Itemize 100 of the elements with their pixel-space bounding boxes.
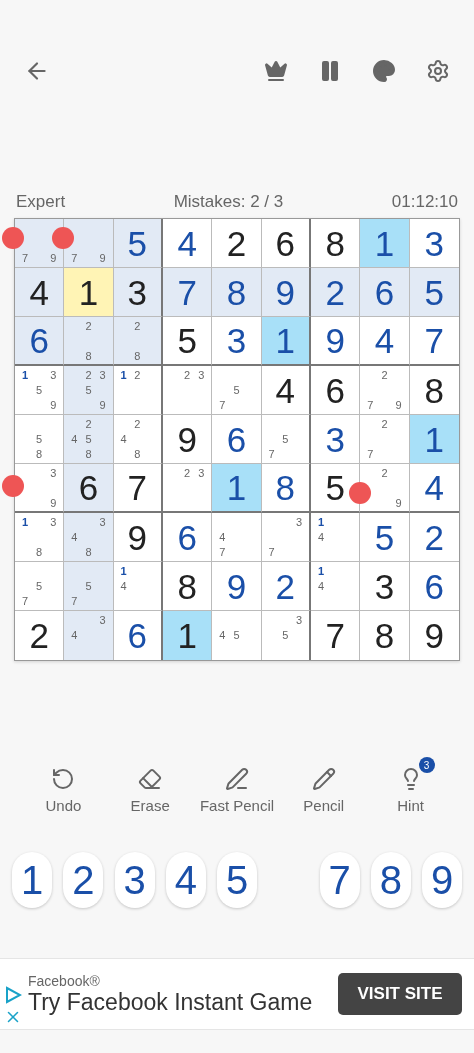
grid-cell[interactable]: 1 [261,317,311,366]
number-key[interactable]: 4 [165,852,206,908]
grid-cell[interactable]: 6 [360,268,410,317]
grid-cell[interactable]: 2 3 5 9 [64,366,114,415]
grid-cell[interactable]: 4 [409,464,459,513]
grid-cell[interactable]: 1 4 [311,562,361,611]
grid-cell[interactable]: 5 8 [15,415,65,464]
grid-cell[interactable]: 3 [311,415,361,464]
grid-cell[interactable]: 8 [163,562,213,611]
grid-cell[interactable]: 2 3 [163,366,213,415]
grid-cell[interactable]: 7 [113,464,163,513]
grid-cell[interactable]: 6 [163,513,213,562]
grid-cell[interactable]: 7 [311,611,361,660]
grid-cell[interactable]: 4 [360,317,410,366]
grid-cell[interactable]: 3 [113,268,163,317]
cell-digit: 3 [424,225,445,261]
grid-cell[interactable]: 2 8 [113,317,163,366]
grid-cell[interactable]: 4 [163,219,213,268]
grid-cell[interactable]: 7 9 [64,219,114,268]
grid-cell[interactable]: 6 [64,464,114,513]
grid-cell[interactable]: 1 4 [311,513,361,562]
grid-cell[interactable]: 1 [409,415,459,464]
grid-cell[interactable]: 4 5 [212,611,262,660]
grid-cell[interactable]: 6 [212,415,262,464]
grid-cell[interactable]: 2 [212,219,262,268]
number-key[interactable]: 2 [63,852,104,908]
grid-cell[interactable]: 3 7 [261,513,311,562]
visit-site-button[interactable]: VISIT SITE [338,973,462,1015]
play-icon[interactable] [4,986,22,1004]
grid-cell[interactable]: 1 [212,464,262,513]
grid-cell[interactable]: 8 [409,366,459,415]
grid-cell[interactable]: 6 [113,611,163,660]
grid-cell[interactable]: 5 [360,513,410,562]
grid-cell[interactable]: 8 [212,268,262,317]
grid-cell[interactable]: 3 5 [261,611,311,660]
cell-digit: 6 [127,618,148,653]
grid-cell[interactable]: 2 [409,513,459,562]
grid-cell[interactable]: 2 7 9 [360,366,410,415]
grid-cell[interactable]: 4 [15,268,65,317]
pencil-note: 3 [98,514,107,530]
grid-cell[interactable]: 2 4 8 [113,415,163,464]
grid-cell[interactable]: 7 [163,268,213,317]
grid-cell[interactable]: 6 [261,219,311,268]
grid-cell[interactable]: 7 [409,317,459,366]
grid-cell[interactable]: 1 3 8 [15,513,65,562]
grid-cell[interactable]: 3 [360,562,410,611]
number-key[interactable]: 3 [114,852,155,908]
grid-cell[interactable]: 9 [113,513,163,562]
grid-cell[interactable]: 2 8 [64,317,114,366]
grid-cell[interactable]: 5 [409,268,459,317]
grid-cell[interactable]: 5 7 [212,366,262,415]
grid-cell[interactable]: 4 [261,366,311,415]
grid-cell[interactable]: 8 [261,464,311,513]
number-key[interactable]: 9 [422,852,462,908]
grid-cell[interactable]: 1 2 [113,366,163,415]
grid-cell[interactable]: 2 [15,611,65,660]
number-key[interactable]: 7 [319,852,360,908]
grid-cell[interactable]: 5 7 [15,562,65,611]
grid-cell[interactable]: 5 [163,317,213,366]
settings-button[interactable] [426,59,450,83]
grid-cell[interactable]: 8 [311,219,361,268]
pencil-note: 3 [49,514,58,530]
grid-cell[interactable]: 4 7 [212,513,262,562]
grid-cell[interactable]: 5 7 [64,562,114,611]
grid-cell[interactable]: 3 9 [15,464,65,513]
grid-cell[interactable]: 1 [64,268,114,317]
grid-cell[interactable]: 9 [212,562,262,611]
pencil-button[interactable]: Pencil [283,767,364,814]
grid-cell[interactable]: 9 [311,317,361,366]
grid-cell[interactable]: 1 [163,611,213,660]
grid-cell[interactable]: 9 [409,611,459,660]
grid-cell[interactable]: 8 [360,611,410,660]
grid-cell[interactable]: 5 7 [261,415,311,464]
grid-cell[interactable]: 6 [311,366,361,415]
number-key[interactable]: 8 [370,852,411,908]
grid-cell[interactable]: 3 4 [64,611,114,660]
grid-cell[interactable]: 2 9 [360,464,410,513]
crown-button[interactable] [264,59,288,83]
grid-cell[interactable]: 1 3 5 9 [15,366,65,415]
palette-button[interactable] [372,59,396,83]
grid-cell[interactable]: 2 4 5 8 [64,415,114,464]
grid-cell[interactable]: 3 [212,317,262,366]
grid-cell[interactable]: 2 [261,562,311,611]
fast-pencil-button[interactable]: Fast Pencil [197,767,277,814]
number-key[interactable]: 5 [217,852,257,908]
grid-cell[interactable]: 1 [360,219,410,268]
grid-cell[interactable]: 2 [311,268,361,317]
grid-cell[interactable]: 3 4 8 [64,513,114,562]
grid-cell[interactable]: 5 [113,219,163,268]
grid-cell[interactable]: 9 [261,268,311,317]
grid-cell[interactable]: 6 [409,562,459,611]
grid-cell[interactable]: 3 [409,219,459,268]
undo-button[interactable]: Undo [23,767,104,814]
grid-cell[interactable]: 2 7 [360,415,410,464]
grid-cell[interactable]: 2 3 [163,464,213,513]
number-key[interactable]: 1 [12,852,52,908]
grid-cell[interactable]: 9 [163,415,213,464]
grid-cell[interactable]: 1 4 [113,562,163,611]
erase-button[interactable]: Erase [110,767,191,814]
grid-cell[interactable]: 6 [15,317,65,366]
